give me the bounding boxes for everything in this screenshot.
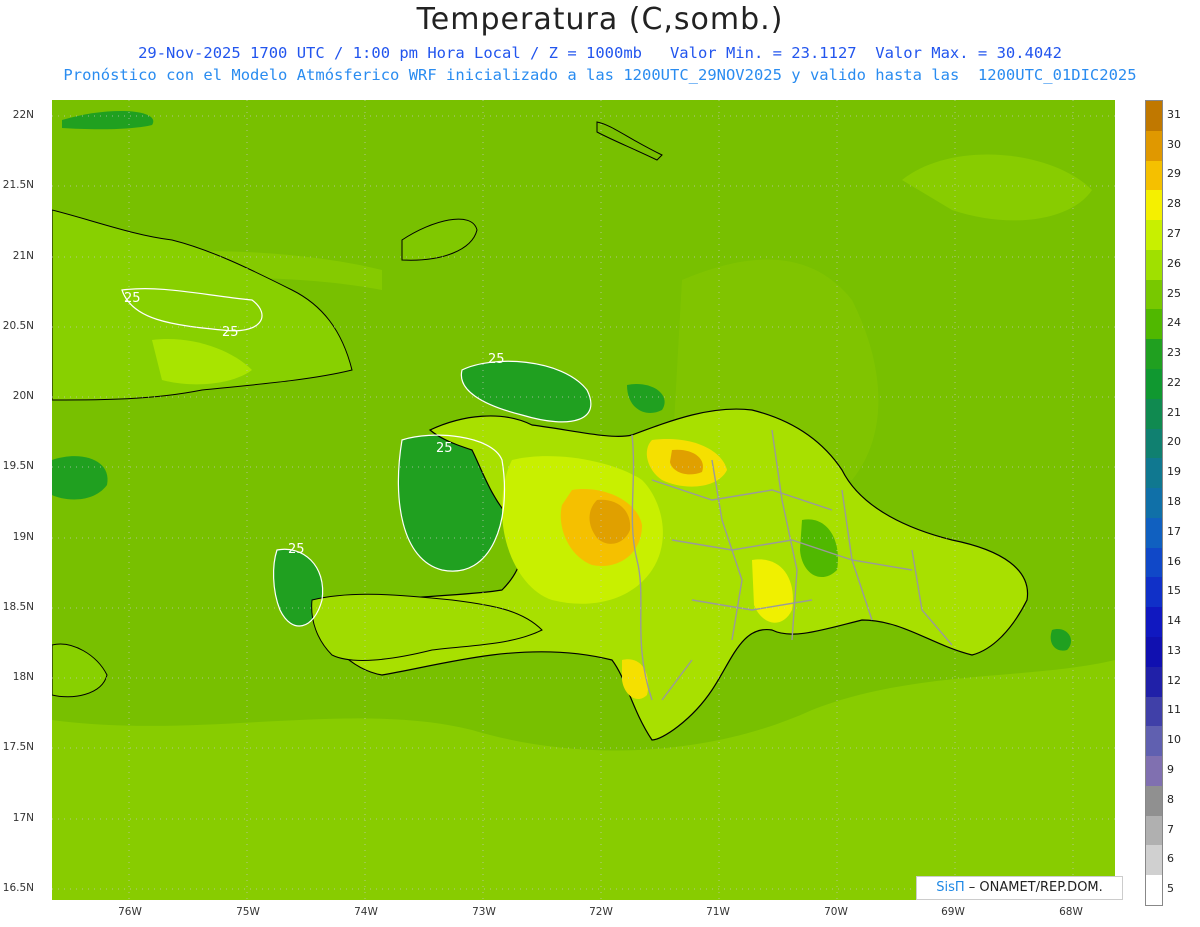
colorbar-swatch-16 bbox=[1146, 547, 1162, 578]
colorbar-swatch-11 bbox=[1146, 696, 1162, 727]
lat-label-22n: 22N bbox=[12, 109, 34, 121]
colorbar-label-27: 27 bbox=[1167, 227, 1181, 240]
lat-label-18n: 18N bbox=[12, 671, 34, 683]
colorbar-swatch-29 bbox=[1146, 160, 1162, 191]
colorbar-label-12: 12 bbox=[1167, 673, 1181, 687]
colorbar-label-24: 24 bbox=[1167, 316, 1181, 330]
colorbar-swatch-31 bbox=[1146, 101, 1162, 132]
colorbar-label-6: 6 bbox=[1167, 852, 1174, 866]
lat-label-20-5n: 20.5N bbox=[2, 320, 34, 332]
colorbar-label-28: 28 bbox=[1167, 197, 1181, 211]
colorbar-label-10: 10 bbox=[1167, 733, 1181, 747]
colorbar-swatch-28 bbox=[1146, 190, 1162, 221]
colorbar-swatch-10 bbox=[1146, 726, 1162, 757]
colorbar-swatch-15 bbox=[1146, 577, 1162, 608]
colorbar-label-8: 8 bbox=[1167, 792, 1174, 806]
colorbar-label-11: 11 bbox=[1167, 703, 1181, 717]
chart-title: Temperatura (C,somb.) bbox=[416, 2, 784, 37]
lat-label-17-5n: 17.5N bbox=[2, 741, 34, 753]
contour-label-southwest: 25 bbox=[288, 542, 305, 557]
colorbar-swatch-27 bbox=[1146, 220, 1162, 251]
colorbar-label-16: 16 bbox=[1167, 554, 1181, 568]
colorbar-swatch-9 bbox=[1146, 756, 1162, 787]
colorbar-swatch-20 bbox=[1146, 428, 1162, 459]
colorbar-label-9: 9 bbox=[1167, 763, 1174, 776]
colorbar-swatch-24 bbox=[1146, 309, 1162, 340]
lon-label-76w: 76W bbox=[118, 906, 142, 918]
colorbar-swatch-18 bbox=[1146, 488, 1162, 519]
lon-label-73w: 73W bbox=[472, 906, 496, 918]
colorbar-label-17: 17 bbox=[1167, 524, 1181, 538]
credit-text: – ONAMET/REP.DOM. bbox=[964, 880, 1103, 895]
colorbar-swatch-6 bbox=[1146, 845, 1162, 876]
contour-label-cuba: 25 bbox=[124, 291, 141, 306]
colorbar-swatch-17 bbox=[1146, 517, 1162, 549]
contour-label-cuba-2: 25 bbox=[222, 325, 239, 340]
contour-label-tortuga: 25 bbox=[488, 352, 505, 367]
colorbar-label-19: 19 bbox=[1167, 465, 1181, 479]
colorbar-swatch-8 bbox=[1146, 785, 1162, 817]
colorbar-label-29: 29 bbox=[1167, 167, 1181, 181]
lon-label-71w: 71W bbox=[706, 906, 730, 918]
colorbar-swatch-14 bbox=[1146, 607, 1162, 638]
colorbar-label-25: 25 bbox=[1167, 286, 1181, 300]
lat-label-19-5n: 19.5N bbox=[2, 460, 34, 472]
colorbar-label-23: 23 bbox=[1167, 346, 1181, 360]
lat-label-19n: 19N bbox=[12, 531, 34, 543]
colorbar-swatch-13 bbox=[1146, 637, 1162, 668]
colorbar-swatch-19 bbox=[1146, 458, 1162, 489]
colorbar-label-13: 13 bbox=[1167, 643, 1181, 657]
colorbar-label-7: 7 bbox=[1167, 822, 1174, 836]
colorbar-label-15: 15 bbox=[1167, 584, 1181, 598]
lat-label-20n: 20N bbox=[12, 390, 34, 402]
colorbar-swatch-26 bbox=[1146, 249, 1162, 281]
colorbar-label-20: 20 bbox=[1167, 435, 1181, 449]
credit-box: SisΠ – ONAMET/REP.DOM. bbox=[916, 876, 1123, 900]
lat-label-16-5n: 16.5N bbox=[2, 882, 34, 894]
lon-label-72w: 72W bbox=[589, 906, 613, 918]
lat-label-18-5n: 18.5N bbox=[2, 601, 34, 613]
lat-label-21-5n: 21.5N bbox=[2, 179, 34, 191]
colorbar-label-30: 30 bbox=[1167, 137, 1181, 151]
lon-label-75w: 75W bbox=[236, 906, 260, 918]
colorbar-label-22: 22 bbox=[1167, 375, 1181, 389]
colorbar-swatch-21 bbox=[1146, 398, 1162, 430]
credit-brand: SisΠ bbox=[936, 880, 965, 895]
lon-label-69w: 69W bbox=[941, 906, 965, 918]
colorbar-swatch-5 bbox=[1146, 875, 1162, 906]
temperature-map: 25 25 25 25 25 bbox=[52, 100, 1115, 900]
colorbar-swatch-22 bbox=[1146, 369, 1162, 400]
contour-label-gonave: 25 bbox=[436, 441, 453, 456]
subtitle-line-2: Pronóstico con el Modelo Atmósferico WRF… bbox=[63, 66, 1137, 84]
colorbar-swatch-12 bbox=[1146, 666, 1162, 698]
colorbar-label-31: 31 bbox=[1167, 107, 1181, 121]
colorbar-label-18: 18 bbox=[1167, 495, 1181, 508]
lon-label-68w: 68W bbox=[1059, 906, 1083, 918]
lon-label-70w: 70W bbox=[824, 906, 848, 918]
colorbar-label-21: 21 bbox=[1167, 405, 1181, 419]
colorbar-label-26: 26 bbox=[1167, 256, 1181, 270]
lat-label-21n: 21N bbox=[12, 250, 34, 262]
colorbar-label-14: 14 bbox=[1167, 614, 1181, 628]
colorbar-swatch-25 bbox=[1146, 279, 1162, 310]
subtitle-line-1: 29-Nov-2025 1700 UTC / 1:00 pm Hora Loca… bbox=[138, 44, 1062, 62]
lat-label-17n: 17N bbox=[12, 812, 34, 824]
colorbar-swatch-30 bbox=[1146, 130, 1162, 162]
colorbar-swatch-7 bbox=[1146, 815, 1162, 846]
colorbar-label-5: 5 bbox=[1167, 882, 1174, 896]
colorbar bbox=[1145, 100, 1163, 906]
lon-label-74w: 74W bbox=[354, 906, 378, 918]
colorbar-swatch-23 bbox=[1146, 339, 1162, 370]
